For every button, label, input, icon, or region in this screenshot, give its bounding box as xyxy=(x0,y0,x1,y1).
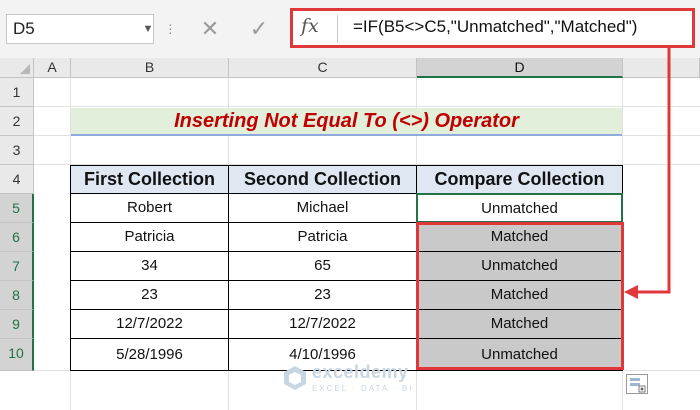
cell-b8[interactable]: 23 xyxy=(70,280,229,310)
table-header-second-collection[interactable]: Second Collection xyxy=(228,165,417,194)
cell-c7[interactable]: 65 xyxy=(228,251,417,281)
cell-c6[interactable]: Patricia xyxy=(228,222,417,252)
fx-icon[interactable]: fx xyxy=(301,15,319,37)
watermark-tagline: EXCEL · DATA · BI xyxy=(312,384,414,393)
row-header-7[interactable]: 7 xyxy=(0,252,34,281)
name-box-value: D5 xyxy=(13,19,35,38)
more-options-icon[interactable]: · · · xyxy=(168,17,174,39)
select-all-button[interactable] xyxy=(0,58,34,78)
column-header-c[interactable]: C xyxy=(229,58,417,78)
cell-c8[interactable]: 23 xyxy=(228,280,417,310)
formula-input[interactable]: =IF(B5<>C5,"Unmatched","Matched") xyxy=(353,17,637,37)
column-header-e[interactable] xyxy=(623,58,700,78)
cell-b7[interactable]: 34 xyxy=(70,251,229,281)
cell-b6[interactable]: Patricia xyxy=(70,222,229,252)
watermark-name: exceldemy xyxy=(312,362,409,382)
cell-d7[interactable]: Unmatched xyxy=(416,251,623,281)
fx-separator xyxy=(337,15,338,43)
row-header-1[interactable]: 1 xyxy=(0,78,34,107)
row-header-4[interactable]: 4 xyxy=(0,165,34,194)
row-header-5[interactable]: 5 xyxy=(0,194,34,223)
cancel-icon[interactable]: ✕ xyxy=(196,16,224,42)
chevron-down-icon[interactable]: ▼ xyxy=(142,15,154,43)
column-header-d[interactable]: D xyxy=(417,58,623,78)
row-header-6[interactable]: 6 xyxy=(0,223,34,252)
row-header-10[interactable]: 10 xyxy=(0,339,34,371)
quick-analysis-icon[interactable] xyxy=(626,374,648,394)
row-header-3[interactable]: 3 xyxy=(0,136,34,165)
cell-b9[interactable]: 12/7/2022 xyxy=(70,309,229,339)
cell-c9[interactable]: 12/7/2022 xyxy=(228,309,417,339)
logo-icon xyxy=(284,366,306,390)
row-header-8[interactable]: 8 xyxy=(0,281,34,310)
cell-d9[interactable]: Matched xyxy=(416,309,623,339)
column-header-a[interactable]: A xyxy=(34,58,71,78)
cell-b10[interactable]: 5/28/1996 xyxy=(70,338,229,371)
formula-input-highlight[interactable]: fx =IF(B5<>C5,"Unmatched","Matched") xyxy=(290,8,695,48)
column-header-b[interactable]: B xyxy=(71,58,229,78)
gridline xyxy=(34,106,700,107)
row-header-2[interactable]: 2 xyxy=(0,107,34,136)
cell-d5-active[interactable]: Unmatched xyxy=(416,193,623,223)
table-header-first-collection[interactable]: First Collection xyxy=(70,165,229,194)
cell-d8[interactable]: Matched xyxy=(416,280,623,310)
formula-bar: D5 ▼ · · · ✕ ✓ fx =IF(B5<>C5,"Unmatched","… xyxy=(0,0,700,58)
cell-b5[interactable]: Robert xyxy=(70,193,229,223)
sheet-title: Inserting Not Equal To (<>) Operator xyxy=(71,108,622,136)
watermark: exceldemy EXCEL · DATA · BI xyxy=(282,360,442,396)
table-header-compare-collection[interactable]: Compare Collection xyxy=(416,165,623,194)
row-header-9[interactable]: 9 xyxy=(0,310,34,339)
cell-c5[interactable]: Michael xyxy=(228,193,417,223)
enter-icon[interactable]: ✓ xyxy=(245,16,273,42)
cell-d10[interactable]: Unmatched xyxy=(416,338,623,371)
cell-d6[interactable]: Matched xyxy=(416,222,623,252)
name-box[interactable]: D5 ▼ xyxy=(6,14,154,44)
